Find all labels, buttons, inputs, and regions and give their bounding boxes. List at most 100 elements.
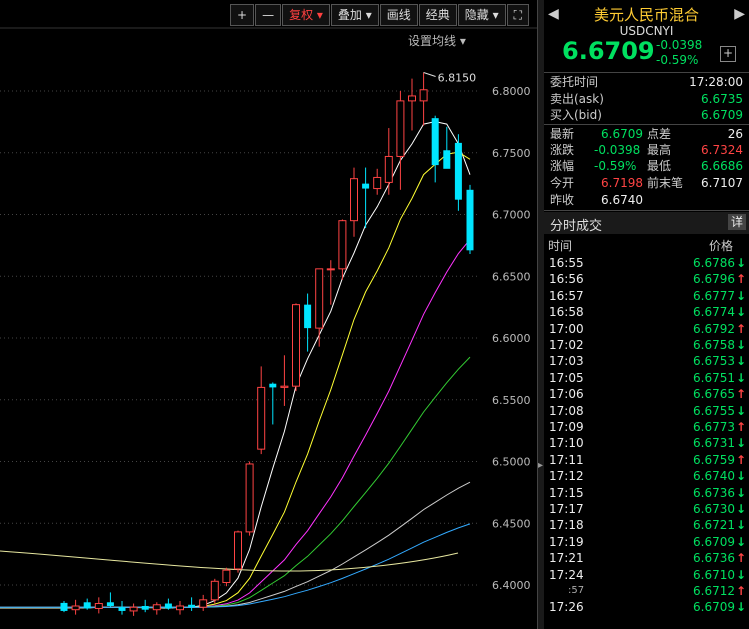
candle-body (129, 606, 138, 612)
prev-close-value: 6.7107 (701, 176, 743, 190)
arrow-down-icon: ↓ (735, 502, 746, 516)
trade-time: :57 (568, 585, 585, 596)
high-marker-label: 6.8150 (438, 71, 477, 84)
y-tick-label: 6.5000 (492, 456, 531, 469)
fullscreen-icon[interactable]: ⛶ (506, 4, 530, 26)
candle-body (164, 603, 172, 609)
trade-row: 17:17 6.6730 ↓ (544, 501, 749, 517)
trade-row: 17:15 6.6736 ↓ (544, 485, 749, 501)
divider (544, 124, 749, 125)
bid-value: 6.6709 (701, 108, 743, 122)
trade-row: 17:19 6.6709 ↓ (544, 534, 749, 550)
divider (544, 210, 749, 211)
trade-time: 17:15 (549, 485, 584, 500)
splitter-grip-icon[interactable]: ▸ (538, 460, 543, 476)
chg-value: -0.0398 (594, 143, 641, 157)
pct-value: -0.59% (594, 159, 637, 173)
trade-time: 16:58 (549, 305, 584, 320)
trade-price: 6.6753 (693, 354, 735, 369)
trade-time: 17:19 (549, 534, 584, 549)
arrow-up-icon: ↑ (735, 584, 746, 598)
trade-row: 17:11 6.6759 ↑ (544, 452, 749, 468)
hide-button[interactable]: 隐藏 ▾ (457, 4, 506, 26)
trade-row: 17:24 6.6710 ↓ (544, 567, 749, 583)
yclose-value: 6.6740 (601, 193, 643, 207)
ask-row: 卖出(ask) 6.6735 (544, 91, 749, 107)
candle-body (350, 178, 358, 222)
order-time-value: 17:28:00 (689, 75, 743, 89)
candlestick-chart[interactable]: 6.8000 6.7500 6.7000 6.6500 6.6000 6.5500 6.50… (0, 0, 537, 629)
trade-price: 6.6765 (693, 387, 735, 402)
detail-button[interactable]: 详 (728, 214, 746, 230)
trade-time: 17:26 (549, 600, 584, 615)
trade-price: 6.6721 (693, 518, 735, 533)
add-watchlist-button[interactable]: + (720, 46, 736, 62)
col-time: 时间 (548, 239, 573, 253)
candle-body (269, 383, 277, 388)
trade-price: 6.6759 (693, 452, 735, 467)
trade-price: 6.6736 (693, 551, 735, 566)
trade-time: 16:57 (549, 288, 584, 303)
candle-body (466, 189, 474, 251)
candle-body (280, 385, 289, 388)
y-tick-label: 6.5500 (492, 394, 531, 407)
high-value: 6.7324 (701, 143, 743, 157)
trade-row: 17:12 6.6740 ↓ (544, 468, 749, 484)
arrow-up-icon: ↑ (735, 551, 746, 566)
candle-body (257, 386, 266, 450)
trade-time: 17:18 (549, 518, 584, 533)
chart-toolbar: + — 复权 ▾ 叠加 ▾ 画线 经典 隐藏 ▾ ⛶ (230, 4, 530, 26)
trade-row: 17:09 6.6773 ↑ (544, 419, 749, 435)
candle-body (443, 150, 451, 169)
overlay-button[interactable]: 叠加 ▾ (330, 4, 379, 26)
trade-price: 6.6792 (693, 321, 735, 336)
candle-body (83, 602, 91, 609)
trade-price: 6.6709 (693, 534, 735, 549)
trade-price: 6.6736 (693, 485, 735, 500)
price-change: -0.0398 (656, 38, 703, 52)
adjust-button[interactable]: 复权 ▾ (282, 4, 330, 26)
trades-list[interactable]: 16:55 6.6786 ↓ 16:56 6.6796 ↑ 16:57 6.6777 ↓ 16:5… (544, 255, 749, 629)
trade-price: 6.6710 (693, 567, 735, 582)
spread-label: 点差 (647, 127, 672, 141)
candle-body (326, 268, 335, 271)
low-value: 6.6686 (701, 159, 743, 173)
prev-close-label: 前末笔 (647, 176, 684, 190)
arrow-down-icon: ↓ (735, 567, 746, 582)
candle-body (292, 304, 300, 387)
ma120-line (0, 550, 459, 572)
arrow-down-icon: ↓ (735, 288, 746, 303)
draw-line-button[interactable]: 画线 (379, 4, 418, 26)
trade-price: 6.6730 (693, 502, 735, 516)
set-ma-button[interactable]: 设置均线 ▾ (408, 32, 466, 49)
y-tick-label: 6.4000 (492, 579, 531, 592)
trade-time: 17:24 (549, 567, 584, 582)
candle-body (431, 118, 439, 166)
candle-body (396, 100, 405, 157)
classic-button[interactable]: 经典 (418, 4, 457, 26)
stats-row-2: 涨跌 -0.0398 最高 6.7324 (544, 142, 749, 158)
zoom-out-button[interactable]: — (255, 4, 282, 26)
trades-col-header: 时间 价格 (544, 236, 749, 254)
trade-price: 6.6758 (693, 338, 735, 352)
y-tick-label: 6.8000 (492, 85, 531, 98)
trade-price: 6.6751 (693, 370, 735, 385)
trades-header: 分时成交 详 (544, 212, 749, 234)
open-label: 今开 (550, 176, 575, 190)
zoom-in-button[interactable]: + (230, 4, 255, 26)
trade-time: 17:12 (549, 469, 584, 484)
high-marker-arrow (423, 72, 436, 77)
open-value: 6.7198 (601, 176, 643, 190)
trade-price: 6.6774 (693, 305, 735, 320)
trade-row: 17:10 6.6731 ↓ (544, 435, 749, 451)
latest-label: 最新 (550, 127, 575, 141)
ask-label: 卖出(ask) (550, 92, 604, 106)
kline-chart[interactable]: 6.8000 6.7500 6.7000 6.6500 6.6000 6.5500 6.50… (0, 0, 537, 629)
arrow-down-icon: ↓ (735, 485, 746, 500)
candle-body (338, 220, 347, 270)
trade-time: 17:00 (549, 321, 584, 336)
trades-title: 分时成交 (550, 219, 603, 234)
arrow-down-icon: ↓ (735, 338, 746, 352)
trade-row: 16:57 6.6777 ↓ (544, 288, 749, 304)
stats-row-3: 涨幅 -0.59% 最低 6.6686 (544, 158, 749, 174)
